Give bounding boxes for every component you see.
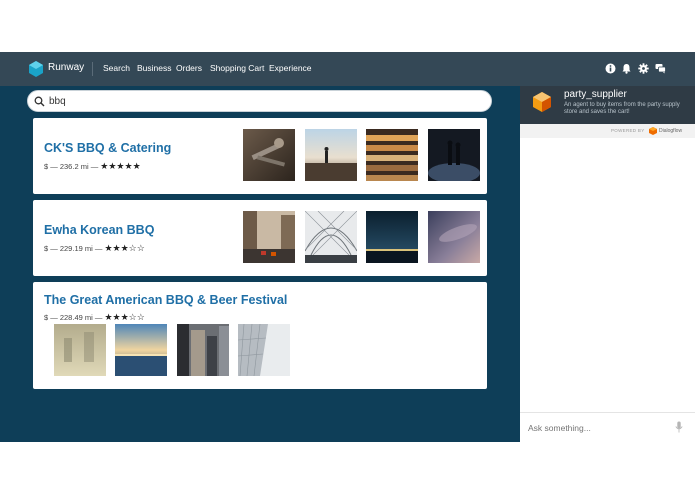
nav-divider — [92, 62, 93, 76]
result-card[interactable]: CK'S BBQ & Catering $ — 236.2 mi — ★★★★★ — [33, 118, 487, 194]
photo-thumbnail[interactable] — [428, 129, 480, 181]
result-meta: $ — 229.19 mi — ★★★☆☆ — [44, 243, 145, 253]
search-icon — [34, 96, 45, 107]
chat-header: party_supplier An agent to buy items fro… — [520, 86, 695, 124]
distance: 236.2 mi — [59, 162, 89, 171]
result-card[interactable]: The Great American BBQ & Beer Festival $… — [33, 282, 487, 389]
price-level: $ — [44, 162, 49, 171]
chat-panel: party_supplier An agent to buy items fro… — [520, 86, 695, 442]
photo-thumbnail[interactable] — [238, 324, 290, 376]
result-title[interactable]: Ewha Korean BBQ — [44, 223, 154, 237]
top-navbar: Runway Search Business Orders Shopping C… — [0, 52, 695, 86]
price-level: $ — [44, 244, 49, 253]
nav-search[interactable]: Search — [103, 63, 130, 73]
photo-thumbnail[interactable] — [243, 211, 295, 263]
photo-thumbnail[interactable] — [54, 324, 106, 376]
microphone-icon[interactable] — [675, 421, 683, 433]
nav-business[interactable]: Business — [137, 63, 172, 73]
info-icon[interactable] — [605, 63, 616, 74]
photo-thumbnail[interactable] — [366, 129, 418, 181]
chat-icon[interactable] — [655, 63, 666, 74]
result-card[interactable]: Ewha Korean BBQ $ — 229.19 mi — ★★★☆☆ — [33, 200, 487, 276]
photo-thumbnail[interactable] — [177, 324, 229, 376]
chat-input-bar — [520, 412, 695, 442]
dialogflow-name: Dialogflow — [659, 128, 683, 134]
powered-by-label: POWERED BY — [611, 128, 645, 133]
runway-logo-icon[interactable] — [28, 61, 44, 77]
star-rating: ★★★☆☆ — [104, 312, 145, 322]
agent-cube-icon — [533, 92, 551, 112]
gear-icon[interactable] — [638, 63, 649, 74]
nav-experience[interactable]: Experience — [269, 63, 312, 73]
result-title[interactable]: The Great American BBQ & Beer Festival — [44, 293, 287, 307]
result-meta: $ — 236.2 mi — ★★★★★ — [44, 161, 141, 171]
result-title[interactable]: CK'S BBQ & Catering — [44, 141, 171, 155]
powered-by-bar: POWERED BY Dialogflow — [520, 124, 695, 138]
distance: 229.19 mi — [59, 244, 93, 253]
photo-thumbnail[interactable] — [366, 211, 418, 263]
result-meta: $ — 228.49 mi — ★★★☆☆ — [44, 312, 145, 322]
price-level: $ — [44, 313, 49, 322]
photo-thumbnail[interactable] — [243, 129, 295, 181]
photo-thumbnail[interactable] — [428, 211, 480, 263]
nav-orders[interactable]: Orders — [176, 63, 202, 73]
agent-name: party_supplier — [564, 89, 627, 100]
dialogflow-logo-icon — [649, 127, 657, 135]
agent-description: An agent to buy items from the party sup… — [564, 102, 680, 115]
search-input[interactable] — [49, 94, 479, 109]
star-rating: ★★★☆☆ — [104, 243, 145, 253]
chat-input[interactable] — [528, 421, 668, 435]
search-bar — [27, 90, 492, 112]
star-rating: ★★★★★ — [100, 161, 141, 171]
bell-icon[interactable] — [621, 63, 632, 74]
brand-name[interactable]: Runway — [48, 62, 84, 73]
app-window: Runway Search Business Orders Shopping C… — [0, 52, 695, 442]
photo-thumbnail[interactable] — [305, 129, 357, 181]
photo-thumbnail[interactable] — [305, 211, 357, 263]
distance: 228.49 mi — [59, 313, 93, 322]
photo-thumbnail[interactable] — [115, 324, 167, 376]
nav-shopping-cart[interactable]: Shopping Cart — [210, 63, 264, 73]
